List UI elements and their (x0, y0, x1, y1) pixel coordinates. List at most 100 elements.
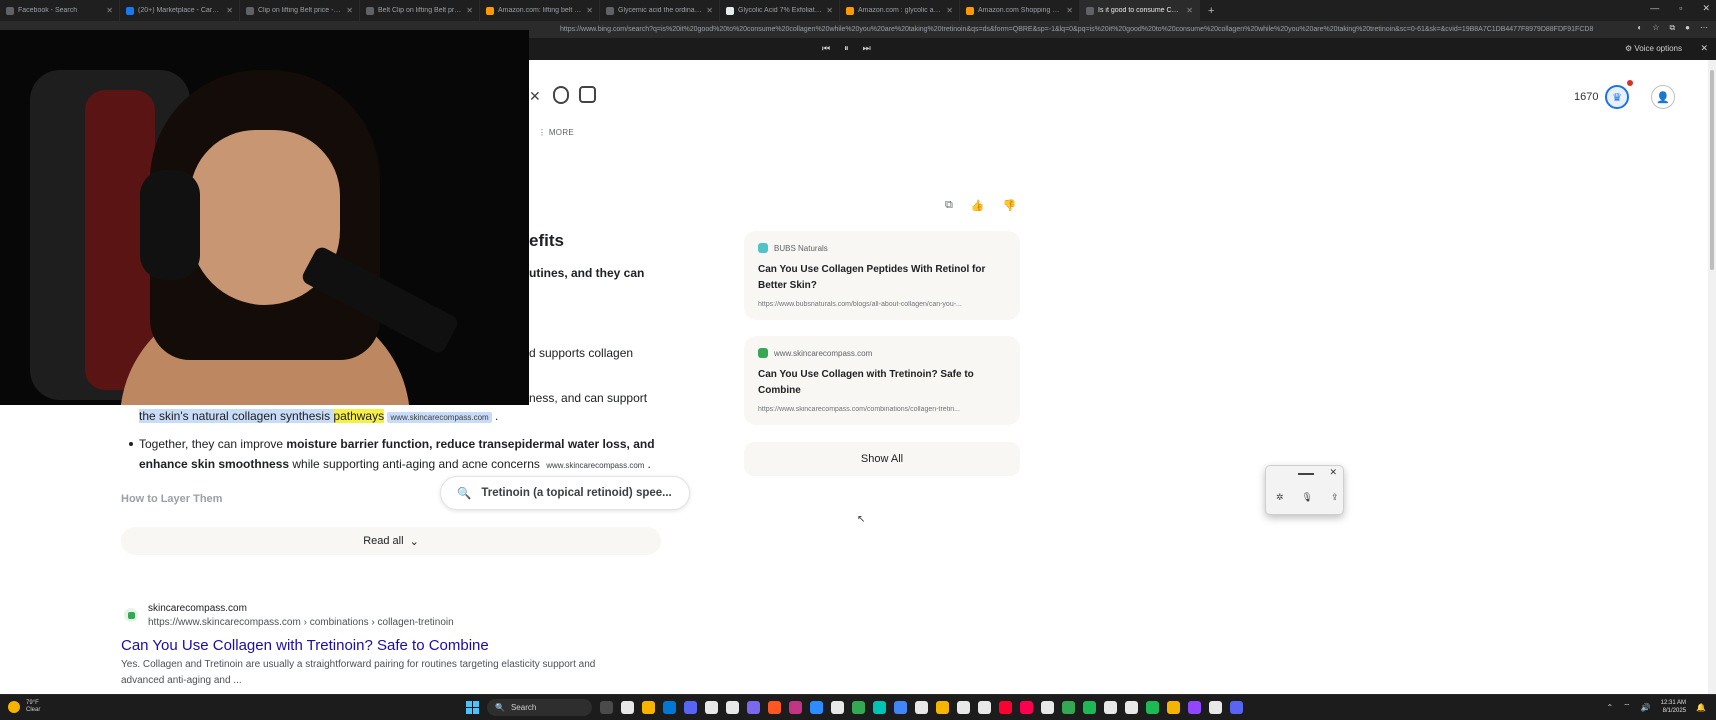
taskbar-app-icon[interactable] (600, 701, 613, 714)
source-card[interactable]: www.skincarecompass.com Can You Use Coll… (744, 336, 1020, 425)
taskbar-app-icon[interactable] (936, 701, 949, 714)
taskbar-app-icon[interactable] (810, 701, 823, 714)
taskbar-app-icon[interactable] (999, 701, 1012, 714)
taskbar-app-icon[interactable] (1146, 701, 1159, 714)
chevron-up-icon[interactable]: ⌃ (1606, 703, 1613, 712)
volume-icon[interactable]: 🔊 (1641, 703, 1651, 712)
taskbar-app-icon[interactable] (789, 701, 802, 714)
citation-link[interactable]: www.skincarecompass.com (387, 412, 492, 423)
profile-icon[interactable]: ● (1685, 23, 1690, 33)
source-card[interactable]: BUBS Naturals Can You Use Collagen Pepti… (744, 231, 1020, 320)
taskbar-app-icon[interactable] (852, 701, 865, 714)
taskbar-app-icon[interactable] (894, 701, 907, 714)
browser-tab[interactable]: Amazon.com: lifting belt clip ✕ (480, 0, 600, 21)
close-window-icon[interactable]: ✕ (1702, 3, 1710, 14)
rewards-icon[interactable]: ♛ (1605, 85, 1629, 109)
close-tab-icon[interactable]: ✕ (1186, 6, 1193, 15)
taskbar-app-icon[interactable] (1188, 701, 1201, 714)
followup-suggestion[interactable]: 🔍 Tretinoin (a topical retinoid) spee... (440, 476, 690, 510)
clock[interactable]: 12:31 AM 8/1/2025 (1661, 699, 1686, 715)
taskbar-search[interactable]: 🔍 Search (487, 699, 592, 716)
browser-tab[interactable]: Glycolic Acid 7% Exfoliating Tone✕ (720, 0, 840, 21)
clock-date: 8/1/2025 (1662, 708, 1687, 714)
taskbar-app-icon[interactable] (726, 701, 739, 714)
taskbar-app-icon[interactable] (768, 701, 781, 714)
profile-avatar-icon[interactable]: 👤 (1651, 85, 1675, 109)
result-url[interactable]: https://www.skincarecompass.com › combin… (148, 617, 454, 628)
more-menu[interactable]: ⋮ MORE (538, 128, 574, 137)
thumbs-up-icon[interactable]: 👍 (971, 199, 985, 212)
close-tab-icon[interactable]: ✕ (106, 6, 113, 15)
taskbar-app-icon[interactable] (1062, 701, 1075, 714)
browser-tab[interactable]: Facebook - Search ✕ (0, 0, 120, 21)
taskbar-app-icon[interactable] (705, 701, 718, 714)
minimize-icon[interactable]: — (1650, 3, 1659, 14)
visual-search-icon[interactable] (579, 86, 596, 103)
citation-link[interactable]: www.skincarecompass.com (543, 460, 647, 471)
taskbar-app-icon[interactable] (1167, 701, 1180, 714)
close-tab-icon[interactable]: ✕ (586, 6, 593, 15)
page-scrollbar[interactable] (1708, 60, 1716, 694)
taskbar-app-icon[interactable] (978, 701, 991, 714)
taskbar-app-icon[interactable] (915, 701, 928, 714)
next-icon[interactable]: ⏭ (863, 43, 871, 54)
maximize-icon[interactable]: ▫ (1679, 3, 1682, 14)
browser-tab[interactable]: Glycemic acid the ordinary - Search ✕ (600, 0, 720, 21)
close-tab-icon[interactable]: ✕ (826, 6, 833, 15)
favorite-icon[interactable]: ☆ (1652, 23, 1659, 33)
weather-widget[interactable]: 79°F Clear (8, 700, 40, 714)
taskbar-app-icon[interactable] (1020, 701, 1033, 714)
microphone-icon[interactable] (553, 86, 569, 104)
read-all-button[interactable]: Read all ⌄ (121, 527, 661, 555)
clear-search-icon[interactable]: ✕ (529, 88, 541, 105)
thumbs-down-icon[interactable]: 👎 (1003, 199, 1017, 212)
wifi-icon[interactable]: ⌔ (1623, 702, 1631, 712)
previous-icon[interactable]: ⏮ (822, 43, 830, 54)
microphone-icon[interactable]: 🎙 (1302, 492, 1313, 503)
close-tab-icon[interactable]: ✕ (706, 6, 713, 15)
start-button[interactable] (466, 701, 479, 714)
new-tab-button[interactable]: + (1200, 5, 1222, 17)
close-tab-icon[interactable]: ✕ (466, 6, 473, 15)
extensions-icon[interactable]: ⧉ (1669, 23, 1675, 33)
taskbar-app-icon[interactable] (1209, 701, 1222, 714)
taskbar-app-icon[interactable] (1230, 701, 1243, 714)
show-all-button[interactable]: Show All (744, 442, 1020, 476)
share-icon[interactable]: ⇪ (1331, 492, 1339, 503)
taskbar-app-icon[interactable] (1083, 701, 1096, 714)
drag-handle[interactable] (1298, 473, 1314, 475)
notification-icon[interactable]: 🔔 (1696, 703, 1706, 712)
close-tab-icon[interactable]: ✕ (346, 6, 353, 15)
menu-icon[interactable]: ⋯ (1700, 23, 1708, 33)
taskbar-app-icon[interactable] (747, 701, 760, 714)
taskbar-app-icon[interactable] (1104, 701, 1117, 714)
taskbar-app-icon[interactable] (873, 701, 886, 714)
taskbar-app-icon[interactable] (1125, 701, 1138, 714)
settings-icon[interactable]: ✲ (1276, 492, 1284, 503)
close-icon[interactable]: ✕ (1329, 467, 1337, 478)
close-read-aloud-icon[interactable]: ✕ (1700, 43, 1708, 54)
taskbar-app-icon[interactable] (957, 701, 970, 714)
voice-options-button[interactable]: ⚙ Voice options (1625, 44, 1682, 53)
reader-icon[interactable]: ◐ (1637, 23, 1642, 33)
result-title-link[interactable]: Can You Use Collagen with Tretinoin? Saf… (121, 637, 489, 654)
browser-tab[interactable]: Belt Clip on lifting Belt price - Sea✕ (360, 0, 480, 21)
browser-tab[interactable]: Amazon.com Shopping Cart ✕ (960, 0, 1080, 21)
browser-tab[interactable]: Amazon.com : glycolic acid the or✕ (840, 0, 960, 21)
taskbar-app-icon[interactable] (831, 701, 844, 714)
floating-recorder[interactable]: ✕ ✲ 🎙 ⇪ (1265, 465, 1344, 515)
taskbar-app-icon[interactable] (684, 701, 697, 714)
pause-icon[interactable]: ⏸ (844, 43, 849, 54)
browser-tab[interactable]: Clip on lifting Belt price - Sear ✕ (240, 0, 360, 21)
close-tab-icon[interactable]: ✕ (226, 6, 233, 15)
scrollbar-thumb[interactable] (1710, 70, 1714, 270)
browser-tab[interactable]: (20+) Marketplace - Cardboard Bo ✕ (120, 0, 240, 21)
close-tab-icon[interactable]: ✕ (1066, 6, 1073, 15)
taskbar-app-icon[interactable] (621, 701, 634, 714)
copy-icon[interactable]: ⧉ (945, 199, 953, 212)
taskbar-app-icon[interactable] (642, 701, 655, 714)
close-tab-icon[interactable]: ✕ (946, 6, 953, 15)
taskbar-app-icon[interactable] (1041, 701, 1054, 714)
taskbar-app-icon[interactable] (663, 701, 676, 714)
browser-tab[interactable]: Is it good to consume Collage ✕ (1080, 0, 1200, 21)
